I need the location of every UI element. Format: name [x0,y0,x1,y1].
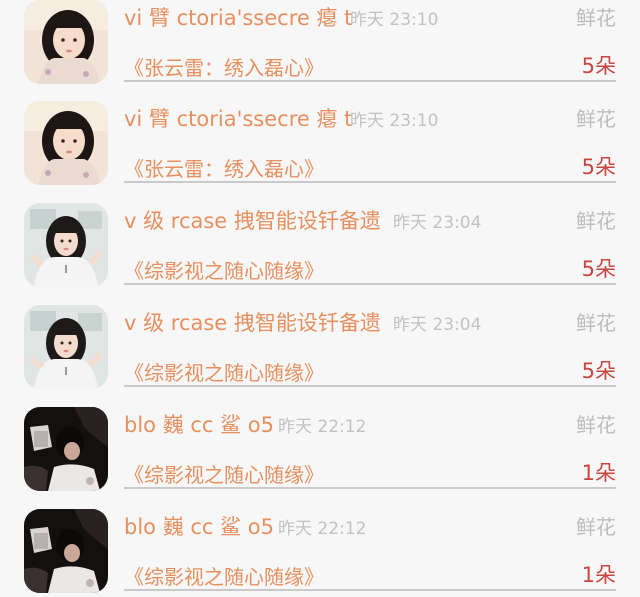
gift-type-label: 鲜花 [576,311,616,335]
book-title-link[interactable]: 《张云雷：绣入磊心》 [124,153,324,182]
book-title-link[interactable]: 《综影视之随心随缘》 [124,357,324,386]
username[interactable]: vi 臂 ctoria'ssecre 瘪 t [124,2,352,32]
username[interactable]: blo 巍 cc 鲨 o5 [124,511,274,541]
gift-type-label: 鲜花 [576,515,616,539]
gift-count: 1朵 [581,461,616,485]
row-divider [124,487,616,489]
gift-record-row[interactable]: v 级 rcase 拽智能设钎备遗 昨天 23:04 鲜花 《综影视之随心随缘》… [0,305,640,408]
gift-record-row[interactable]: blo 巍 cc 鲨 o5 昨天 22:12 鲜花 《综影视之随心随缘》 1朵 [0,407,640,510]
timestamp: 昨天 23:10 [350,10,439,30]
timestamp: 昨天 23:04 [393,213,482,233]
gift-count: 1朵 [581,563,616,587]
row-divider [124,385,616,387]
timestamp: 昨天 23:10 [350,111,439,131]
username[interactable]: v 级 rcase 拽智能设钎备遗 [124,205,381,235]
username[interactable]: v 级 rcase 拽智能设钎备遗 [124,307,381,337]
book-title-link[interactable]: 《综影视之随心随缘》 [124,255,324,284]
gift-record-row[interactable]: v 级 rcase 拽智能设钎备遗 昨天 23:04 鲜花 《综影视之随心随缘》… [0,203,640,306]
gift-record-row[interactable]: vi 臂 ctoria'ssecre 瘪 t 昨天 23:10 鲜花 《张云雷：… [0,0,640,103]
username[interactable]: vi 臂 ctoria'ssecre 瘪 t [124,103,352,133]
gift-type-label: 鲜花 [576,6,616,30]
user-avatar[interactable] [24,101,108,185]
user-avatar[interactable] [24,203,108,287]
gift-count: 5朵 [581,257,616,281]
gift-record-row[interactable]: blo 巍 cc 鲨 o5 昨天 22:12 鲜花 《综影视之随心随缘》 1朵 [0,509,640,597]
row-divider [124,283,616,285]
row-divider [124,80,616,82]
gift-type-label: 鲜花 [576,209,616,233]
gift-type-label: 鲜花 [576,413,616,437]
user-avatar[interactable] [24,305,108,389]
gift-record-list: vi 臂 ctoria'ssecre 瘪 t 昨天 23:10 鲜花 《张云雷：… [0,0,640,597]
row-divider [124,181,616,183]
book-title-link[interactable]: 《张云雷：绣入磊心》 [124,52,324,81]
gift-record-row[interactable]: vi 臂 ctoria'ssecre 瘪 t 昨天 23:10 鲜花 《张云雷：… [0,101,640,204]
timestamp: 昨天 22:12 [278,519,367,539]
gift-count: 5朵 [581,359,616,383]
book-title-link[interactable]: 《综影视之随心随缘》 [124,459,324,488]
row-divider [124,589,616,591]
timestamp: 昨天 23:04 [393,315,482,335]
timestamp: 昨天 22:12 [278,417,367,437]
book-title-link[interactable]: 《综影视之随心随缘》 [124,561,324,590]
gift-type-label: 鲜花 [576,107,616,131]
gift-count: 5朵 [581,155,616,179]
user-avatar[interactable] [24,509,108,593]
gift-count: 5朵 [581,54,616,78]
user-avatar[interactable] [24,0,108,84]
user-avatar[interactable] [24,407,108,491]
username[interactable]: blo 巍 cc 鲨 o5 [124,409,274,439]
